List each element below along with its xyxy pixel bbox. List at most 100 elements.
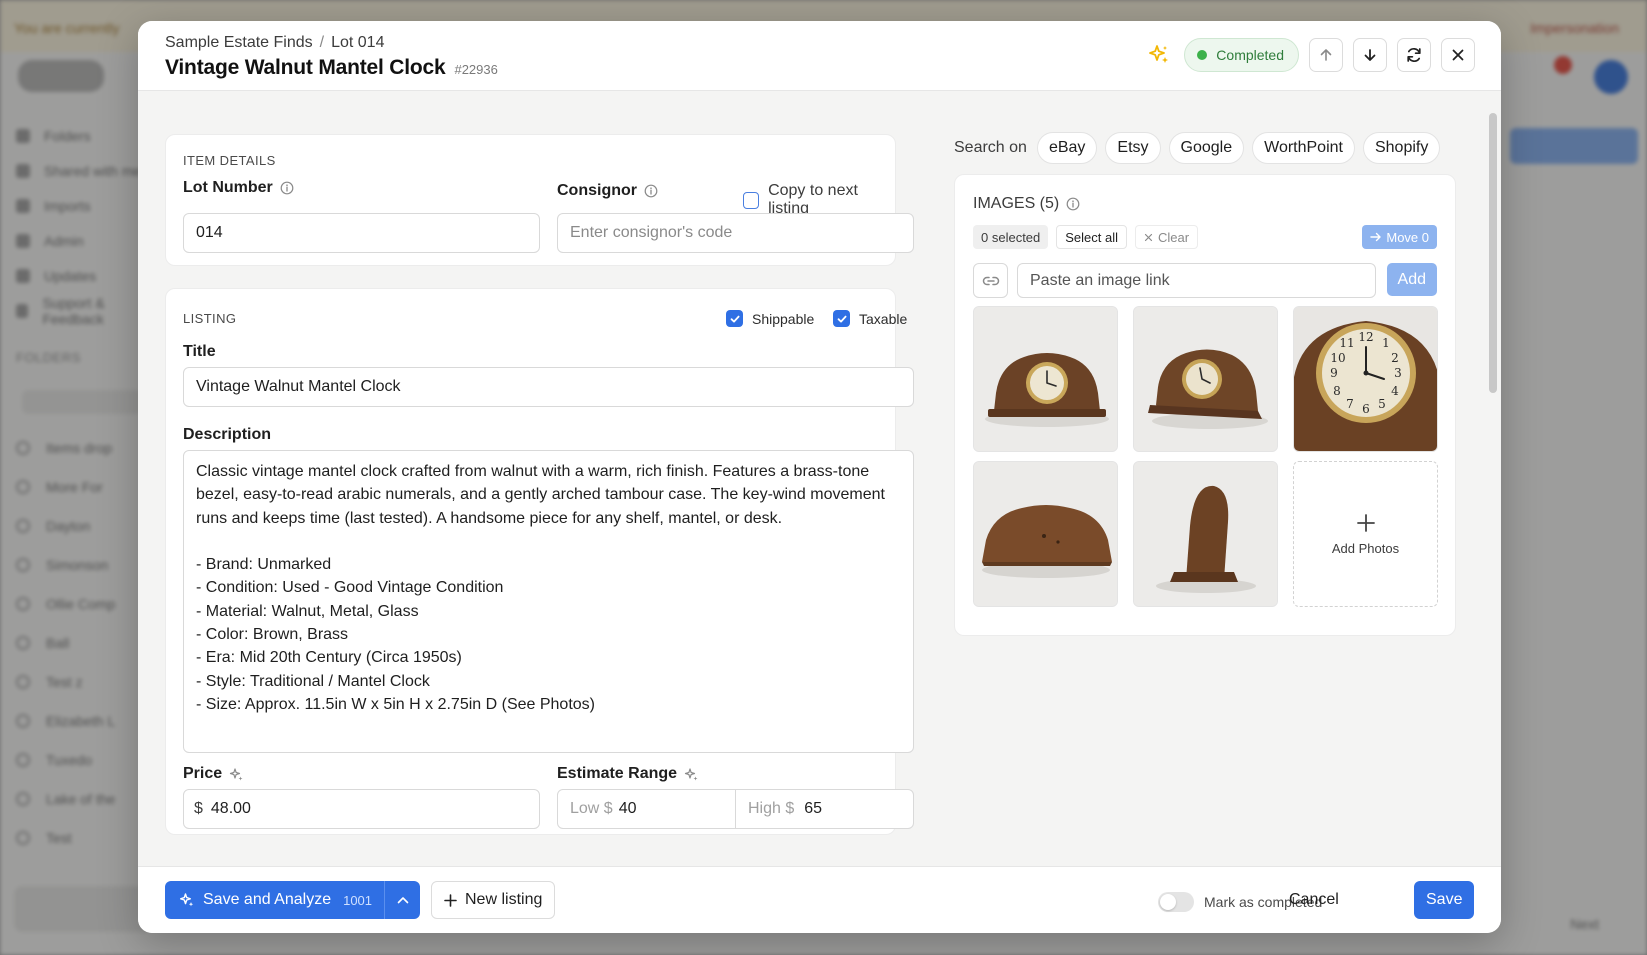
arrow-right-icon xyxy=(1370,232,1382,242)
next-listing-button[interactable] xyxy=(1353,38,1387,72)
header-actions: Completed xyxy=(1144,38,1475,72)
close-icon xyxy=(1144,233,1153,241)
price-input[interactable]: $ 48.00 xyxy=(183,789,540,829)
svg-text:4: 4 xyxy=(1391,384,1399,398)
clear-selection-button[interactable]: Clear xyxy=(1135,225,1199,249)
image-thumbnail-4[interactable] xyxy=(973,461,1118,607)
currency-symbol: $ xyxy=(194,800,203,817)
status-label: Completed xyxy=(1216,47,1284,63)
image-link-input[interactable]: Paste an image link xyxy=(1017,263,1376,298)
search-chip-worthpoint[interactable]: WorthPoint xyxy=(1252,132,1355,164)
svg-text:1: 1 xyxy=(1382,336,1390,350)
listing-modal: Sample Estate Finds / Lot 014 Vintage Wa… xyxy=(138,21,1501,933)
breadcrumb: Sample Estate Finds / Lot 014 xyxy=(165,34,384,52)
search-on-row: Search on eBay Etsy Google WorthPoint Sh… xyxy=(954,132,1441,164)
modal-body[interactable]: ITEM DETAILS Lot Number 014 Consignor Co… xyxy=(138,92,1501,846)
checkbox-checked-icon[interactable] xyxy=(726,310,743,327)
save-button[interactable]: Save xyxy=(1414,881,1475,919)
estimate-low-value: 40 xyxy=(618,800,637,817)
estimate-range-label: Estimate Range xyxy=(557,765,699,783)
info-icon[interactable] xyxy=(280,181,294,195)
svg-text:10: 10 xyxy=(1330,351,1345,365)
sparkle-icon xyxy=(180,893,194,907)
images-card: IMAGES (5) 0 selected Select all Clear M… xyxy=(954,174,1456,636)
ai-sparkle-button[interactable] xyxy=(1144,38,1174,72)
lot-number-label: Lot Number xyxy=(183,179,294,197)
analyze-credit-count: 1001 xyxy=(343,892,373,908)
select-all-button[interactable]: Select all xyxy=(1056,225,1128,249)
save-options-dropdown[interactable] xyxy=(384,881,421,919)
clock-image-face-closeup: 12369 1245 781011 xyxy=(1294,307,1437,451)
item-id: #22936 xyxy=(454,62,498,77)
close-button[interactable] xyxy=(1441,38,1475,72)
clock-image-front-right xyxy=(1134,307,1277,451)
image-thumbnail-3[interactable]: 12 3 6 9 1245 7 8 10 11 xyxy=(1293,306,1438,452)
taxable-checkbox[interactable]: Taxable xyxy=(833,310,907,327)
close-icon xyxy=(1452,49,1464,61)
svg-text:6: 6 xyxy=(1362,402,1370,416)
search-chip-ebay[interactable]: eBay xyxy=(1036,132,1098,164)
consignor-input[interactable]: Enter consignor's code xyxy=(557,213,914,253)
search-chip-google[interactable]: Google xyxy=(1168,132,1245,164)
modal-scrollbar[interactable] xyxy=(1489,113,1497,851)
image-thumbnail-2[interactable] xyxy=(1133,306,1278,452)
images-heading: IMAGES (5) xyxy=(973,195,1080,213)
search-on-label: Search on xyxy=(954,139,1027,156)
add-image-link-button[interactable]: Add xyxy=(1386,263,1437,296)
breadcrumb-separator: / xyxy=(319,34,325,51)
move-images-button[interactable]: Move 0 xyxy=(1362,225,1437,249)
listing-card: LISTING Shippable Taxable Title Vintage … xyxy=(165,288,914,835)
price-value: 48.00 xyxy=(210,800,251,817)
description-textarea[interactable]: Classic vintage mantel clock crafted fro… xyxy=(183,450,914,753)
estimate-low-prefix: Low $ xyxy=(570,800,613,817)
estimate-high-input[interactable]: High $ 65 xyxy=(735,789,914,829)
estimate-high-prefix: High $ xyxy=(748,800,795,817)
title-input[interactable]: Vintage Walnut Mantel Clock xyxy=(183,367,914,407)
clock-image-back xyxy=(974,462,1117,606)
image-thumbnail-5[interactable] xyxy=(1133,461,1278,607)
save-and-analyze-split-button: Save and Analyze 1001 xyxy=(165,881,421,919)
estimate-high-value: 65 xyxy=(804,800,823,817)
svg-text:2: 2 xyxy=(1391,351,1399,365)
arrow-down-icon xyxy=(1364,49,1376,61)
info-icon[interactable] xyxy=(644,184,658,198)
chevron-up-icon xyxy=(397,897,408,904)
clock-image-side xyxy=(1134,462,1277,606)
status-badge[interactable]: Completed xyxy=(1184,38,1299,72)
breadcrumb-lot: Lot 014 xyxy=(331,34,385,51)
previous-listing-button[interactable] xyxy=(1309,38,1343,72)
svg-text:11: 11 xyxy=(1339,336,1354,350)
sparkle-icon[interactable] xyxy=(229,767,244,782)
selected-count: 0 selected xyxy=(973,225,1049,249)
item-details-card: ITEM DETAILS Lot Number 014 Consignor Co… xyxy=(165,134,914,266)
new-listing-button[interactable]: New listing xyxy=(431,881,556,919)
price-label: Price xyxy=(183,765,244,783)
cancel-button[interactable]: Cancel xyxy=(1281,881,1347,919)
info-icon[interactable] xyxy=(1066,197,1080,211)
lot-number-input[interactable]: 014 xyxy=(183,213,540,253)
shippable-checkbox[interactable]: Shippable xyxy=(726,310,814,327)
checkbox-unchecked-icon[interactable] xyxy=(743,191,760,209)
scrollbar-thumb[interactable] xyxy=(1489,113,1497,393)
listing-title: Vintage Walnut Mantel Clock xyxy=(165,56,446,79)
sparkle-icon[interactable] xyxy=(684,767,699,782)
breadcrumb-folder[interactable]: Sample Estate Finds xyxy=(165,34,313,52)
checkbox-checked-icon[interactable] xyxy=(833,310,850,327)
image-selection-toolbar: 0 selected Select all Clear xyxy=(973,225,1199,249)
svg-text:5: 5 xyxy=(1378,397,1386,411)
search-chip-shopify[interactable]: Shopify xyxy=(1362,132,1441,164)
svg-text:3: 3 xyxy=(1394,366,1402,380)
add-photos-button[interactable]: Add Photos xyxy=(1293,461,1438,607)
clock-image-front-left xyxy=(974,307,1117,451)
svg-text:8: 8 xyxy=(1333,384,1341,398)
modal-footer: Save and Analyze 1001 New listing Mark a… xyxy=(138,866,1501,933)
image-thumbnail-1[interactable] xyxy=(973,306,1118,452)
search-chip-etsy[interactable]: Etsy xyxy=(1105,132,1161,164)
modal-header: Sample Estate Finds / Lot 014 Vintage Wa… xyxy=(138,21,1501,91)
refresh-button[interactable] xyxy=(1397,38,1431,72)
arrow-up-icon xyxy=(1320,49,1332,61)
plus-icon xyxy=(444,893,457,907)
estimate-low-input[interactable]: Low $ 40 xyxy=(557,789,736,829)
mark-completed-toggle[interactable] xyxy=(1158,892,1194,912)
save-and-analyze-button[interactable]: Save and Analyze 1001 xyxy=(165,881,385,919)
